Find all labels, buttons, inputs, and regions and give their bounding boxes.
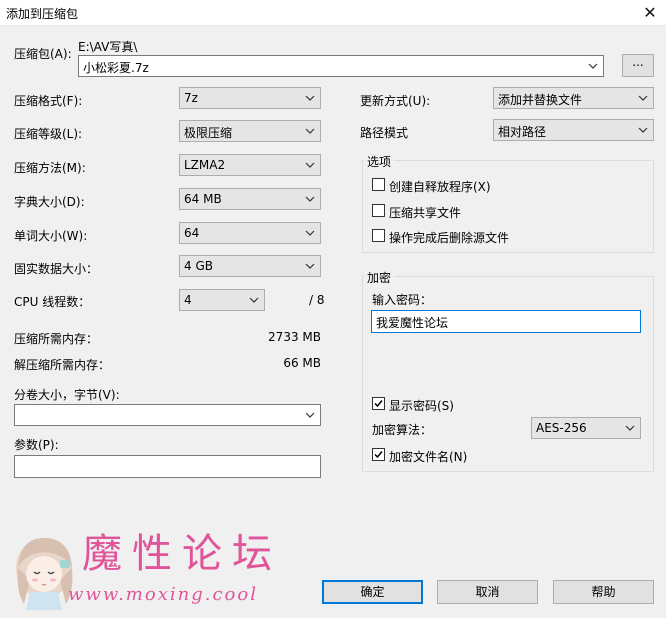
mem-compress-label: 压缩所需内存：	[14, 332, 99, 346]
enc-method-label: 加密算法：	[372, 423, 433, 437]
title-bar: 添加到压缩包 ✕	[0, 0, 666, 26]
solid-value: 4 GB	[184, 259, 213, 273]
dict-select[interactable]: 64 MB	[179, 188, 321, 210]
level-value: 极限压缩	[184, 126, 233, 140]
chevron-down-icon	[249, 297, 259, 303]
encrypt-names-label: 加密文件名(N)	[389, 450, 468, 464]
watermark-title: 魔性论坛	[82, 531, 282, 577]
dict-value: 64 MB	[184, 192, 222, 206]
help-button[interactable]: 帮助	[553, 580, 654, 604]
check-icon	[374, 451, 383, 459]
path-mode-label: 路径模式	[360, 126, 409, 140]
mem-decompress-value: 66 MB	[283, 356, 321, 370]
word-label: 单词大小(W):	[14, 229, 88, 243]
password-label: 输入密码：	[372, 293, 433, 307]
chevron-down-icon	[305, 162, 315, 168]
browse-button[interactable]: ...	[622, 54, 654, 77]
volume-label: 分卷大小，字节(V):	[14, 388, 120, 402]
password-input[interactable]: 我爱魔性论坛	[371, 310, 641, 333]
sfx-label: 创建自释放程序(X)	[389, 180, 491, 194]
params-label: 参数(P):	[14, 438, 59, 452]
watermark-url: www.moxing.cool	[68, 584, 258, 605]
format-select[interactable]: 7z	[179, 87, 321, 109]
threads-select[interactable]: 4	[179, 289, 265, 311]
options-title: 选项	[364, 153, 395, 170]
chevron-down-icon	[305, 230, 315, 236]
path-mode-value: 相对路径	[498, 125, 547, 139]
archive-name-combo[interactable]: 小松彩夏.7z	[78, 55, 604, 77]
shared-label: 压缩共享文件	[389, 206, 462, 220]
chevron-down-icon	[588, 63, 598, 69]
cancel-button[interactable]: 取消	[437, 580, 538, 604]
chevron-down-icon	[305, 263, 315, 269]
solid-label: 固实数据大小：	[14, 262, 99, 276]
format-label: 压缩格式(F):	[14, 94, 83, 108]
archive-name-value: 小松彩夏.7z	[83, 61, 149, 75]
enc-method-value: AES-256	[536, 421, 587, 435]
encrypt-names-checkbox[interactable]	[372, 448, 385, 461]
update-select[interactable]: 添加并替换文件	[493, 87, 654, 109]
params-input[interactable]	[14, 455, 321, 478]
method-value: LZMA2	[184, 158, 226, 172]
method-select[interactable]: LZMA2	[179, 154, 321, 176]
shared-checkbox[interactable]	[372, 204, 385, 217]
enc-method-select[interactable]: AES-256	[531, 417, 641, 439]
show-password-label: 显示密码(S)	[389, 399, 454, 413]
volume-combo[interactable]	[14, 404, 321, 426]
word-select[interactable]: 64	[179, 222, 321, 244]
path-mode-select[interactable]: 相对路径	[493, 119, 654, 141]
dict-label: 字典大小(D):	[14, 195, 85, 209]
threads-value: 4	[184, 293, 192, 307]
word-value: 64	[184, 226, 200, 240]
chevron-down-icon	[638, 127, 648, 133]
mem-compress-value: 2733 MB	[268, 330, 321, 344]
chevron-down-icon	[638, 95, 648, 101]
format-value: 7z	[184, 91, 198, 105]
close-icon[interactable]: ✕	[634, 0, 666, 26]
sfx-checkbox[interactable]	[372, 178, 385, 191]
watermark: 魔性论坛 www.moxing.cool	[10, 528, 290, 612]
check-icon	[374, 400, 383, 408]
level-select[interactable]: 极限压缩	[179, 120, 321, 142]
ok-button[interactable]: 确定	[322, 580, 423, 604]
level-label: 压缩等级(L):	[14, 127, 83, 141]
update-label: 更新方式(U):	[360, 94, 431, 108]
chevron-down-icon	[305, 412, 315, 418]
archive-label: 压缩包(A):	[14, 47, 72, 61]
encryption-title: 加密	[364, 269, 395, 286]
method-label: 压缩方法(M):	[14, 161, 86, 175]
delete-label: 操作完成后删除源文件	[389, 231, 510, 245]
solid-select[interactable]: 4 GB	[179, 255, 321, 277]
archive-path: E:\AV写真\	[78, 40, 138, 54]
password-value: 我爱魔性论坛	[376, 316, 449, 330]
show-password-checkbox[interactable]	[372, 397, 385, 410]
chevron-down-icon	[305, 128, 315, 134]
threads-label: CPU 线程数：	[14, 295, 91, 309]
update-value: 添加并替换文件	[498, 93, 583, 107]
chevron-down-icon	[305, 95, 315, 101]
window-title: 添加到压缩包	[6, 7, 79, 21]
chevron-down-icon	[625, 425, 635, 431]
threads-total: / 8	[309, 293, 325, 307]
delete-checkbox[interactable]	[372, 229, 385, 242]
chevron-down-icon	[305, 196, 315, 202]
mem-decompress-label: 解压缩所需内存：	[14, 358, 111, 372]
